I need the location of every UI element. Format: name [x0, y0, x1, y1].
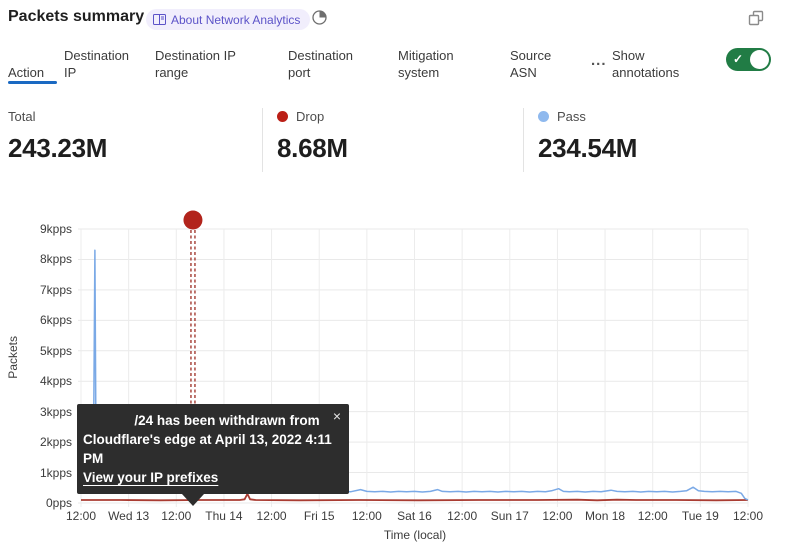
y-tick-label: 4kpps — [18, 374, 72, 388]
packets-summary-panel: Packets summary About Network Analytics … — [0, 0, 785, 555]
y-tick-label: 8kpps — [18, 252, 72, 266]
y-tick-label: 6kpps — [18, 313, 72, 327]
annotation-dot[interactable] — [183, 211, 202, 230]
view-ip-prefixes-link[interactable]: View your IP prefixes — [83, 468, 218, 487]
close-icon[interactable]: × — [333, 407, 341, 426]
x-axis-title: Time (local) — [365, 528, 465, 542]
y-tick-label: 3kpps — [18, 405, 72, 419]
annotation-tooltip: × /24 has been withdrawn from Cloudflare… — [77, 404, 349, 494]
y-tick-label: 7kpps — [18, 283, 72, 297]
y-tick-label: 5kpps — [18, 344, 72, 358]
tooltip-caret — [182, 494, 204, 506]
y-tick-label: 9kpps — [18, 222, 72, 236]
x-tick-label: 12:00 — [720, 509, 776, 523]
tooltip-line-1: /24 has been withdrawn from — [83, 411, 337, 430]
y-tick-label: 0pps — [18, 496, 72, 510]
y-tick-label: 1kpps — [18, 466, 72, 480]
tooltip-line-2: Cloudflare's edge at April 13, 2022 4:11… — [83, 430, 337, 468]
y-tick-label: 2kpps — [18, 435, 72, 449]
